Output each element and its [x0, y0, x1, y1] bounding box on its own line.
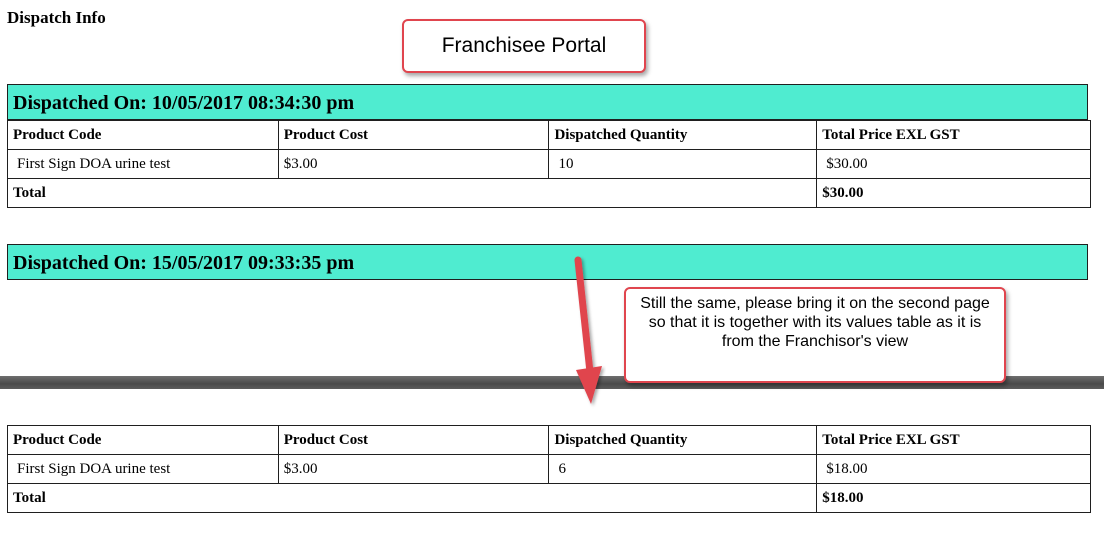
total-label: Total: [6, 483, 818, 513]
dispatch-table: Product Code Product Cost Dispatched Qua…: [6, 425, 1091, 513]
total-row: Total $18.00: [6, 483, 1091, 513]
table-header-row: Product Code Product Cost Dispatched Qua…: [7, 120, 1091, 150]
column-header-dispatched-quantity: Dispatched Quantity: [548, 120, 818, 150]
table-row: First Sign DOA urine test $3.00 10 $30.0…: [7, 149, 1091, 179]
table-header-row: Product Code Product Cost Dispatched Qua…: [7, 425, 1091, 455]
franchisee-portal-callout: Franchisee Portal: [402, 19, 646, 73]
total-value: $30.00: [816, 178, 1091, 208]
column-header-total-price: Total Price EXL GST: [816, 425, 1091, 455]
total-price-cell: $18.00: [816, 454, 1091, 484]
total-label: Total: [6, 178, 818, 208]
total-value: $18.00: [816, 483, 1091, 513]
column-header-total-price: Total Price EXL GST: [816, 120, 1091, 150]
quantity-cell: 6: [548, 454, 818, 484]
cost-cell: $3.00: [277, 454, 550, 484]
product-cell: First Sign DOA urine test: [7, 454, 279, 484]
column-header-product-code: Product Code: [7, 425, 279, 455]
dispatch-header: Dispatched On: 15/05/2017 09:33:35 pm: [7, 244, 1088, 280]
page-title: Dispatch Info: [7, 8, 106, 27]
dispatch-header: Dispatched On: 10/05/2017 08:34:30 pm: [7, 84, 1088, 120]
column-header-product-cost: Product Cost: [277, 120, 550, 150]
dispatch-table: Product Code Product Cost Dispatched Qua…: [6, 120, 1091, 208]
annotation-note-callout: Still the same, please bring it on the s…: [624, 287, 1006, 383]
table-row: First Sign DOA urine test $3.00 6 $18.00: [7, 454, 1091, 484]
product-cell: First Sign DOA urine test: [7, 149, 279, 179]
total-price-cell: $30.00: [816, 149, 1091, 179]
column-header-product-code: Product Code: [7, 120, 279, 150]
column-header-product-cost: Product Cost: [277, 425, 550, 455]
quantity-cell: 10: [548, 149, 818, 179]
total-row: Total $30.00: [6, 178, 1091, 208]
cost-cell: $3.00: [277, 149, 550, 179]
column-header-dispatched-quantity: Dispatched Quantity: [548, 425, 818, 455]
annotation-arrow-icon: [574, 256, 602, 404]
